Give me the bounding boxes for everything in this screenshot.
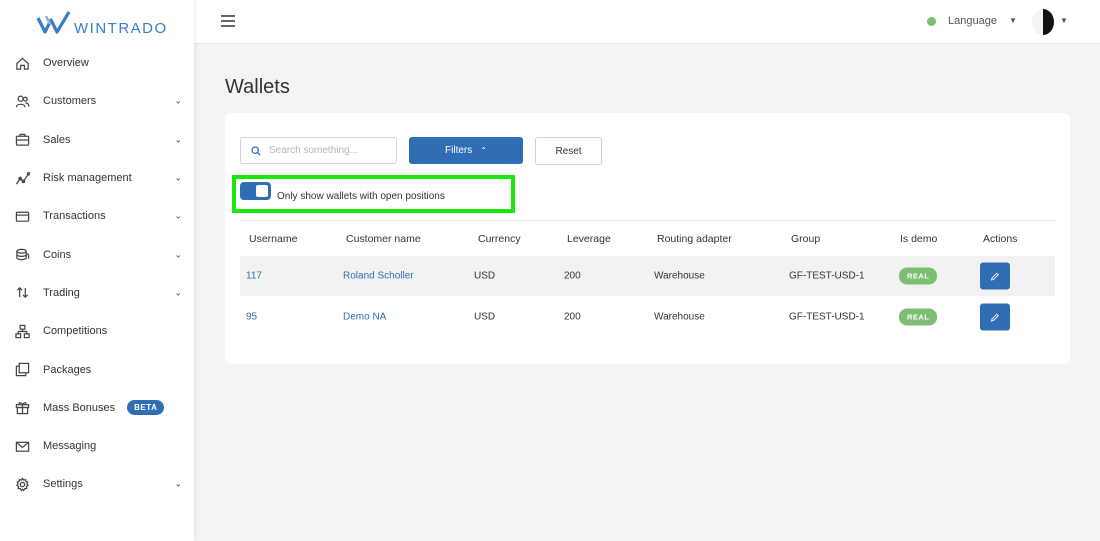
leverage-cell: 200 [564,270,581,282]
chevron-down-icon: ⌄ [174,249,182,260]
sidebar-item-label: Mass Bonuses [43,401,116,414]
search-input[interactable] [269,145,389,156]
gift-icon [14,400,30,416]
sidebar-item-label: Coins [43,248,72,261]
chevron-down-icon: ⌄ [174,134,182,145]
open-positions-toggle-label: Only show wallets with open positions [277,191,445,202]
caret-down-icon[interactable]: ▼ [1060,16,1068,25]
sidebar-item-messaging[interactable]: Messaging [0,427,194,465]
routing-adapter-cell: Warehouse [654,270,705,282]
column-header-customer-name[interactable]: Customer name [346,233,421,245]
column-header-leverage[interactable]: Leverage [567,233,611,245]
sidebar-item-label: Overview [43,57,89,70]
table-row: 95 Demo NA USD 200 Warehouse GF-TEST-USD… [240,297,1055,337]
leverage-cell: 200 [564,311,581,323]
sidebar: WINTRADO Overview Customers ⌄ Sales ⌄ Ri… [0,0,194,541]
group-cell: GF-TEST-USD-1 [789,311,865,323]
username-link[interactable]: 117 [246,271,262,282]
gear-icon [14,476,30,492]
sidebar-item-trading[interactable]: Trading ⌄ [0,274,194,312]
caret-down-icon[interactable]: ▼ [1009,16,1017,25]
chevron-down-icon: ⌄ [174,210,182,221]
users-icon [14,93,30,109]
sidebar-item-label: Competitions [43,325,108,338]
search-icon [251,145,261,156]
edit-button[interactable] [980,303,1010,331]
sidebar-item-label: Trading [43,286,80,299]
sidebar-item-coins[interactable]: Coins ⌄ [0,235,194,273]
filters-button-label: Filters [445,145,473,156]
column-header-actions: Actions [983,233,1018,245]
pencil-icon [990,272,999,281]
sidebar-nav: Overview Customers ⌄ Sales ⌄ Risk manage… [0,44,194,504]
sidebar-item-competitions[interactable]: Competitions [0,312,194,350]
hierarchy-icon [14,323,30,339]
language-selector[interactable]: Language [948,15,997,27]
sidebar-item-label: Risk management [43,172,132,185]
filters-button[interactable]: Filters ⌃ [409,137,523,164]
search-box[interactable] [240,137,397,164]
chevron-down-icon: ⌄ [174,172,182,183]
column-header-group[interactable]: Group [791,233,820,245]
status-badge: REAL [899,308,938,326]
sidebar-item-label: Messaging [43,440,97,453]
copy-icon [14,362,30,378]
table-row: 117 Roland Scholler USD 200 Warehouse GF… [240,256,1055,296]
sidebar-item-label: Sales [43,133,71,146]
wallets-card: Filters ⌃ Reset Only show wallets with o… [225,113,1070,364]
reset-button[interactable]: Reset [535,137,602,165]
currency-cell: USD [474,270,496,282]
chevron-up-icon: ⌃ [480,146,487,155]
toggle-knob [256,185,268,197]
sidebar-item-label: Settings [43,478,83,491]
briefcase-icon [14,132,30,148]
open-positions-toggle[interactable] [240,182,271,200]
hamburger-menu-icon[interactable] [221,15,235,27]
avatar[interactable] [1032,9,1054,35]
brand-name: WINTRADO [74,19,168,37]
coins-icon [14,247,30,263]
online-status-dot [927,17,936,26]
column-header-currency[interactable]: Currency [478,233,521,245]
brand-logo[interactable]: WINTRADO [36,10,168,38]
topbar: Language ▼ ▼ [194,0,1100,44]
chevron-down-icon: ⌄ [174,478,182,489]
sidebar-item-risk-management[interactable]: Risk management ⌄ [0,159,194,197]
sidebar-item-packages[interactable]: Packages [0,350,194,388]
pencil-icon [990,313,999,322]
sidebar-item-label: Transactions [43,210,106,223]
page-title: Wallets [225,76,290,98]
status-badge: REAL [899,267,938,285]
sidebar-item-label: Packages [43,363,92,376]
username-link[interactable]: 95 [246,312,257,323]
column-header-routing-adapter[interactable]: Routing adapter [657,233,732,245]
column-header-username[interactable]: Username [249,233,297,245]
customer-name-link[interactable]: Demo NA [343,312,386,323]
logo-mark-icon [36,11,71,34]
chevron-down-icon: ⌄ [174,287,182,298]
beta-badge: BETA [127,400,165,416]
sidebar-item-transactions[interactable]: Transactions ⌄ [0,197,194,235]
sidebar-item-settings[interactable]: Settings ⌄ [0,465,194,503]
sidebar-item-label: Customers [43,95,97,108]
sidebar-item-sales[interactable]: Sales ⌄ [0,121,194,159]
customer-name-link[interactable]: Roland Scholler [343,271,414,282]
chart-line-icon [14,170,30,186]
routing-adapter-cell: Warehouse [654,311,705,323]
edit-button[interactable] [980,262,1010,290]
arrows-updown-icon [14,285,30,301]
currency-cell: USD [474,311,496,323]
column-header-is-demo[interactable]: Is demo [900,233,937,245]
sidebar-item-overview[interactable]: Overview [0,44,194,82]
sidebar-item-mass-bonuses[interactable]: Mass Bonuses BETA [0,389,194,427]
credit-card-icon [14,208,30,224]
chevron-down-icon: ⌄ [174,95,182,106]
table-divider [240,220,1055,221]
sidebar-item-customers[interactable]: Customers ⌄ [0,82,194,120]
home-icon [14,55,30,71]
group-cell: GF-TEST-USD-1 [789,270,865,282]
mail-icon [14,438,30,454]
